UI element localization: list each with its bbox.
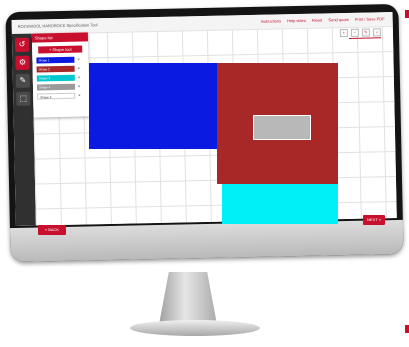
monitor-chin — [9, 219, 404, 263]
shape-panel: Shape list + Shape tool Shape 1 × Shape … — [31, 32, 90, 118]
pencil-icon[interactable]: ✎ — [15, 73, 31, 88]
edge-mark-bottom — [405, 325, 409, 333]
search-icon[interactable]: ⌕ — [372, 28, 382, 37]
next-button[interactable]: NEXT » — [363, 215, 385, 225]
back-button[interactable]: « BACK — [38, 225, 66, 235]
delete-icon[interactable]: × — [78, 93, 80, 98]
delete-icon[interactable]: × — [78, 84, 80, 89]
delete-icon[interactable]: × — [78, 75, 80, 80]
edit-icon[interactable]: ✎ — [361, 28, 371, 37]
zoom-toolbar: + − ✎ ⌕ — [339, 28, 382, 38]
cyan-shape[interactable] — [222, 184, 338, 224]
gear-icon[interactable]: ⚙ — [15, 55, 30, 70]
panel-header: Shape list — [31, 32, 89, 43]
reset-link[interactable]: Reset — [312, 14, 323, 28]
grey-shape[interactable] — [253, 115, 311, 140]
layer-swatch-1: Shape 1 — [36, 56, 75, 64]
add-shape-button[interactable]: + Shape tool — [38, 45, 83, 54]
send-quote-link[interactable]: Send quote — [328, 13, 349, 27]
delete-icon[interactable]: × — [78, 66, 80, 71]
help-video-link[interactable]: Help video — [287, 14, 306, 28]
layer-swatch-3: Shape 3 — [36, 74, 75, 81]
delete-icon[interactable]: × — [77, 57, 79, 62]
layer-swatch-5: Shape 5 — [37, 92, 76, 99]
layer-swatch-2: Shape 2 — [36, 65, 75, 73]
layer-row[interactable]: Shape 3 × — [36, 73, 85, 81]
monitor-stand-base — [130, 320, 260, 336]
layer-row[interactable]: Shape 4 × — [36, 82, 85, 90]
zoom-in-icon[interactable]: + — [339, 28, 349, 38]
edge-mark-top — [405, 10, 409, 18]
print-link[interactable]: Print / Save PDF — [355, 12, 385, 27]
undo-icon[interactable]: ↺ — [14, 37, 30, 52]
layer-row[interactable]: Shape 1 × — [36, 55, 84, 64]
layer-row[interactable]: Shape 5 × — [37, 91, 85, 99]
selection-icon[interactable]: ⬚ — [16, 91, 31, 106]
layer-row[interactable]: Shape 2 × — [36, 64, 85, 73]
zoom-out-icon[interactable]: − — [350, 28, 360, 37]
blue-shape[interactable] — [89, 63, 217, 149]
layer-swatch-4: Shape 4 — [36, 83, 76, 90]
instructions-link[interactable]: Instructions — [260, 14, 282, 28]
